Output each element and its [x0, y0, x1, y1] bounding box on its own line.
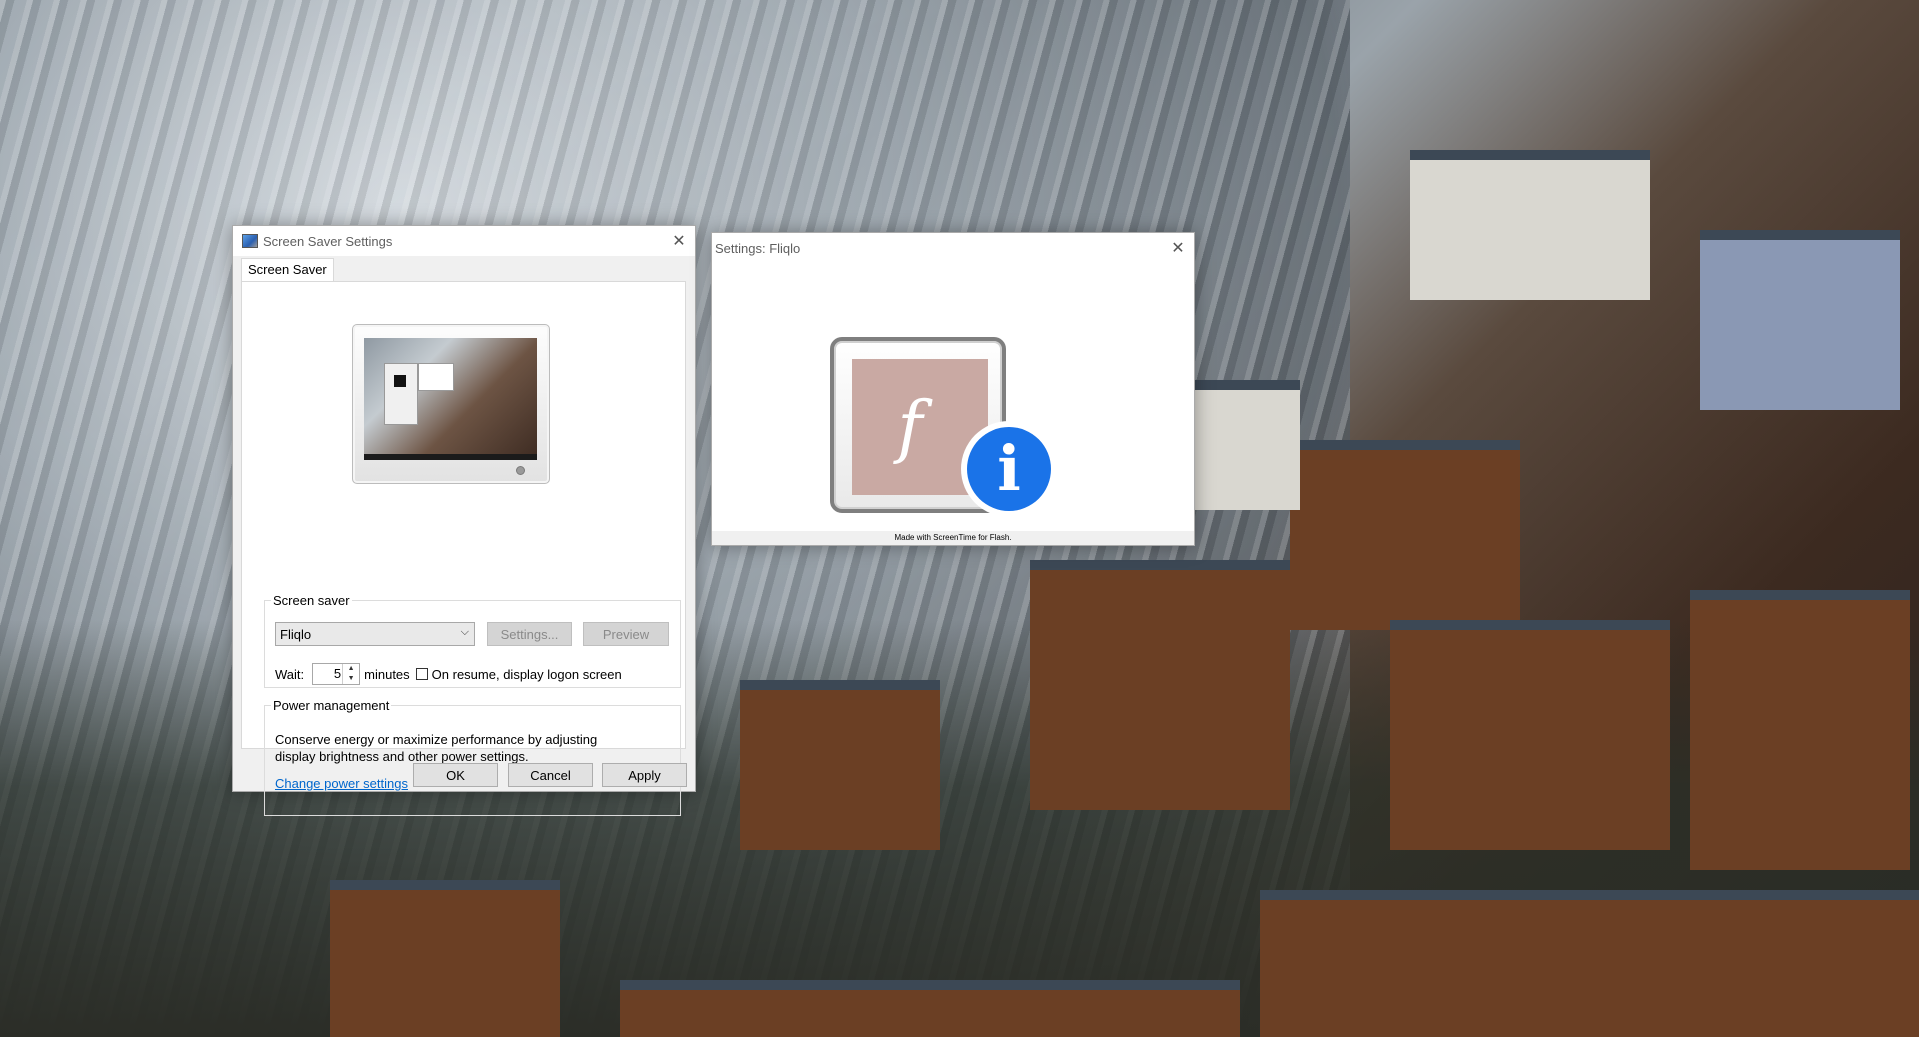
power-management-group: Power management Conserve energy or maxi…	[264, 698, 681, 816]
cancel-button[interactable]: Cancel	[508, 763, 593, 787]
wallpaper-house	[1030, 560, 1290, 810]
tab-strip: Screen Saver	[241, 256, 695, 281]
screen-saver-app-icon	[242, 234, 258, 248]
wallpaper-house	[1260, 890, 1919, 1037]
wallpaper-house	[330, 880, 560, 1037]
tab-screen-saver[interactable]: Screen Saver	[241, 258, 334, 281]
preview-screen	[364, 338, 537, 460]
power-management-description: Conserve energy or maximize performance …	[275, 732, 598, 764]
ok-button[interactable]: OK	[413, 763, 498, 787]
resume-logon-checkbox[interactable]	[415, 668, 428, 680]
wallpaper-house	[1190, 380, 1300, 510]
wallpaper-house	[1700, 230, 1900, 410]
screen-saver-group: Screen saver Fliqlo ⌵ Settings... Previe…	[264, 593, 681, 688]
window-title: Settings: Fliqlo	[715, 240, 801, 256]
window-title: Screen Saver Settings	[263, 233, 393, 249]
screen-saver-dropdown[interactable]: Fliqlo ⌵	[275, 622, 475, 646]
wallpaper-house	[740, 680, 940, 850]
apply-button[interactable]: Apply	[602, 763, 687, 787]
title-bar[interactable]: Screen Saver Settings ✕	[233, 226, 695, 256]
flash-glyph: f	[897, 387, 923, 467]
monitor-preview	[352, 324, 550, 484]
preview-window-thumbnail	[418, 363, 454, 391]
close-button[interactable]: ✕	[663, 226, 695, 256]
title-bar[interactable]: Settings: Fliqlo ✕	[712, 233, 1194, 264]
power-management-label: Power management	[273, 698, 390, 713]
info-badge: i	[961, 421, 1057, 517]
change-power-settings-link[interactable]: Change power settings	[275, 776, 408, 791]
monitor-power-led-icon	[516, 466, 525, 475]
wallpaper-house	[1690, 590, 1910, 870]
info-icon: i	[967, 427, 1051, 511]
wait-label: Wait:	[275, 666, 305, 682]
flash-plugin-info-icon[interactable]: f i	[830, 337, 1057, 517]
minutes-label: minutes	[364, 666, 410, 682]
wait-minutes-value: 5	[333, 666, 342, 681]
close-button[interactable]: ✕	[1162, 233, 1194, 263]
spin-down-icon[interactable]: ▼	[343, 674, 359, 684]
wait-row: Wait: 5 ▲ ▼ minutes On resume, display l…	[275, 662, 622, 686]
settings-button[interactable]: Settings...	[487, 622, 572, 646]
resume-logon-label[interactable]: On resume, display logon screen	[432, 667, 622, 682]
wallpaper-house	[1290, 440, 1520, 630]
wait-minutes-stepper[interactable]: 5 ▲ ▼	[312, 663, 361, 685]
screen-saver-group-label: Screen saver	[273, 593, 350, 608]
status-text: Made with ScreenTime for Flash.	[712, 531, 1194, 545]
spin-arrows[interactable]: ▲ ▼	[342, 664, 359, 684]
spin-up-icon[interactable]: ▲	[343, 664, 359, 674]
screen-saver-tab-panel: Screen saver Fliqlo ⌵ Settings... Previe…	[241, 281, 686, 816]
wallpaper-house	[620, 980, 1240, 1037]
preview-window-thumbnail	[384, 363, 418, 425]
preview-black-box	[394, 375, 406, 387]
wallpaper-house	[1390, 620, 1670, 850]
screen-saver-settings-window: Screen Saver Settings ✕ Screen Saver Scr…	[232, 225, 696, 816]
preview-taskbar	[364, 454, 537, 460]
wallpaper-house	[1410, 150, 1650, 300]
preview-button[interactable]: Preview	[583, 622, 669, 646]
flash-content-area: f i Made with ScreenTime for Flash.	[712, 263, 1194, 545]
screen-saver-dropdown-value: Fliqlo	[280, 626, 312, 642]
fliqlo-settings-window: Settings: Fliqlo ✕ f i Made with ScreenT…	[711, 232, 1195, 546]
chevron-down-icon: ⌵	[460, 626, 469, 638]
